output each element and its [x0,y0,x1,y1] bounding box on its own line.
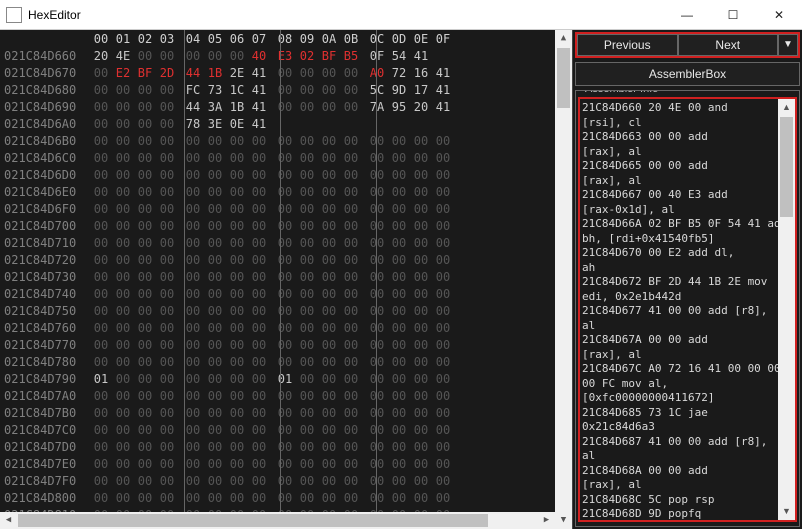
hex-row[interactable]: 021C84D700000000000000000000000000000000… [0,218,572,235]
title-bar: HexEditor — ☐ ✕ [0,0,802,30]
hex-row[interactable]: 021C84D6E0000000000000000000000000000000… [0,184,572,201]
right-panel: Previous Next ▼ AssemblerBox Assembler I… [572,30,802,529]
asm-line[interactable]: bh, [rdi+0x41540fb5] [582,232,793,247]
hex-column-header: X000102030405060708090A0B0C0D0E0F [0,30,572,48]
hex-row[interactable]: 021C84D730000000000000000000000000000000… [0,269,572,286]
scroll-left-icon[interactable]: ◀ [0,512,17,529]
assembler-listing[interactable]: 21C84D660 20 4E 00 and[rsi], cl21C84D663… [580,99,795,522]
hex-row[interactable]: 021C84D6B0000000000000000000000000000000… [0,133,572,150]
app-icon [6,7,22,23]
hex-row[interactable]: 021C84D7B0000000000000000000000000000000… [0,405,572,422]
asm-line[interactable]: [rax], al [582,145,793,160]
hex-view[interactable]: X000102030405060708090A0B0C0D0E0F 021C84… [0,30,572,529]
asm-line[interactable]: 21C84D672 BF 2D 44 1B 2E mov [582,275,793,290]
asm-line[interactable]: 0x21c84d6a3 [582,420,793,435]
asm-line[interactable]: [0xfc00000000411672] [582,391,793,406]
hex-row[interactable]: 021C84D790010000000000000001000000000000… [0,371,572,388]
hex-row[interactable]: 021C84D780000000000000000000000000000000… [0,354,572,371]
hex-row[interactable]: 021C84D68000000000FC731C41000000005C9D17… [0,82,572,99]
asm-line[interactable]: [rax], al [582,174,793,189]
asm-line[interactable]: 21C84D663 00 00 add [582,130,793,145]
asm-line[interactable]: [rsi], cl [582,116,793,131]
hex-row[interactable]: 021C84D800000000000000000000000000000000… [0,490,572,507]
asm-scrollbar[interactable]: ▲ ▼ [778,99,795,520]
assembler-box-label: AssemblerBox [575,62,800,86]
asm-line[interactable]: 21C84D68C 5C pop rsp [582,493,793,508]
asm-line[interactable]: ah [582,261,793,276]
scroll-thumb[interactable] [557,48,570,108]
asm-line[interactable]: 21C84D665 00 00 add [582,159,793,174]
vertical-scrollbar[interactable]: ▲ ▼ [555,30,572,529]
nav-row: Previous Next ▼ [575,32,800,58]
asm-line[interactable]: 21C84D67C A0 72 16 41 00 00 00 [582,362,793,377]
assembler-info-group: Assembler Info 21C84D660 20 4E 00 and[rs… [575,90,800,527]
dropdown-toggle[interactable]: ▼ [778,34,798,56]
hex-row[interactable]: 021C84D6A000000000783E0E41 [0,116,572,133]
asm-line[interactable]: al [582,319,793,334]
hex-row[interactable]: 021C84D6D0000000000000000000000000000000… [0,167,572,184]
hex-row[interactable]: 021C84D69000000000443A1B41000000007A9520… [0,99,572,116]
scroll-thumb-h[interactable] [18,514,488,527]
minimize-button[interactable]: — [664,0,710,30]
hex-row[interactable]: 021C84D6C0000000000000000000000000000000… [0,150,572,167]
hex-row[interactable]: 021C84D7C0000000000000000000000000000000… [0,422,572,439]
asm-line[interactable]: 21C84D68D 9D popfq [582,507,793,522]
hex-row[interactable]: 021C84D770000000000000000000000000000000… [0,337,572,354]
asm-line[interactable]: 00 FC mov al, [582,377,793,392]
asm-line[interactable]: 21C84D67A 00 00 add [582,333,793,348]
hex-row[interactable]: 021C84D6F0000000000000000000000000000000… [0,201,572,218]
asm-scroll-thumb[interactable] [780,117,793,217]
assembler-info-title: Assembler Info [582,90,661,95]
next-button[interactable]: Next [678,34,779,56]
hex-row[interactable]: 021C84D67000E2BF2D441B2E4100000000A07216… [0,65,572,82]
scroll-down-icon[interactable]: ▼ [555,512,572,529]
asm-line[interactable]: 21C84D677 41 00 00 add [r8], [582,304,793,319]
asm-line[interactable]: al [582,449,793,464]
asm-line[interactable]: [rax], al [582,478,793,493]
hex-row[interactable]: 021C84D7D0000000000000000000000000000000… [0,439,572,456]
asm-line[interactable]: [rax], al [582,348,793,363]
maximize-button[interactable]: ☐ [710,0,756,30]
asm-line[interactable]: edi, 0x2e1b442d [582,290,793,305]
hex-row[interactable]: 021C84D710000000000000000000000000000000… [0,235,572,252]
asm-line[interactable]: 21C84D685 73 1C jae [582,406,793,421]
asm-line[interactable]: 21C84D687 41 00 00 add [r8], [582,435,793,450]
asm-line[interactable]: 21C84D68E 17 invalid [582,522,793,523]
hex-row[interactable]: 021C84D7F0000000000000000000000000000000… [0,473,572,490]
asm-line[interactable]: 21C84D660 20 4E 00 and [582,101,793,116]
window-title: HexEditor [28,8,81,22]
scroll-down-icon[interactable]: ▼ [778,503,795,520]
asm-line[interactable]: 21C84D670 00 E2 add dl, [582,246,793,261]
scroll-up-icon[interactable]: ▲ [778,99,795,116]
asm-line[interactable]: 21C84D667 00 40 E3 add [582,188,793,203]
previous-button[interactable]: Previous [577,34,678,56]
horizontal-scrollbar[interactable]: ◀ ▶ [0,512,555,529]
hex-row[interactable]: 021C84D660204E000000000040E302BFB50F5441 [0,48,572,65]
asm-line[interactable]: 21C84D68A 00 00 add [582,464,793,479]
hex-row[interactable]: 021C84D760000000000000000000000000000000… [0,320,572,337]
hex-row[interactable]: 021C84D740000000000000000000000000000000… [0,286,572,303]
asm-line[interactable]: [rax-0x1d], al [582,203,793,218]
close-button[interactable]: ✕ [756,0,802,30]
hex-row[interactable]: 021C84D720000000000000000000000000000000… [0,252,572,269]
asm-line[interactable]: 21C84D66A 02 BF B5 0F 54 41 add [582,217,793,232]
hex-row[interactable]: 021C84D7E0000000000000000000000000000000… [0,456,572,473]
hex-row[interactable]: 021C84D7A0000000000000000000000000000000… [0,388,572,405]
hex-row[interactable]: 021C84D750000000000000000000000000000000… [0,303,572,320]
scroll-right-icon[interactable]: ▶ [538,512,555,529]
scroll-up-icon[interactable]: ▲ [555,30,572,47]
